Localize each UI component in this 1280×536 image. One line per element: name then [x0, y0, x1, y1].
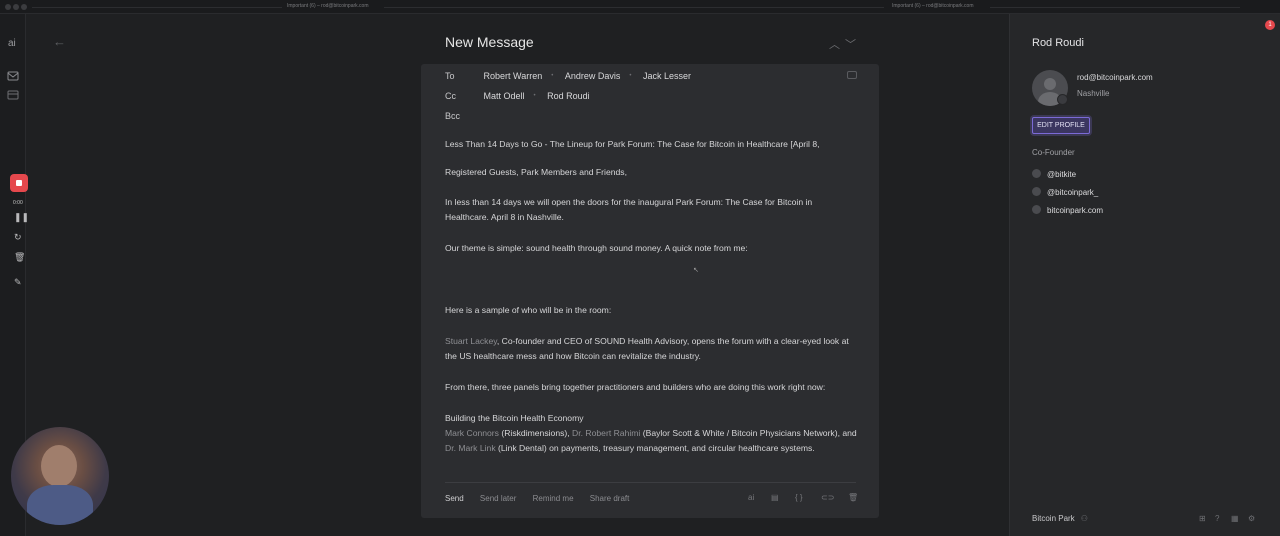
calendar-icon[interactable] — [7, 90, 19, 100]
window-title-left: Important (6) – rod@bitcoinpark.com — [287, 3, 369, 9]
compose-divider — [445, 482, 856, 483]
recipient-chip[interactable]: Andrew Davis — [565, 71, 621, 81]
compose-title: New Message — [445, 34, 534, 50]
send-button[interactable]: Send — [445, 494, 464, 503]
greeting[interactable]: Registered Guests, Park Members and Frie… — [445, 165, 857, 180]
gift-icon[interactable]: ⊞ — [1199, 514, 1206, 523]
remind-me-button[interactable]: Remind me — [533, 494, 574, 503]
titlebar-divider — [990, 7, 1240, 8]
speaker-link[interactable]: Stuart Lackey — [445, 336, 497, 346]
social-link-x[interactable]: @bitcoinpark_ — [1032, 187, 1098, 197]
to-field[interactable]: To Robert Warren • Andrew Davis • Jack Les… — [445, 71, 691, 81]
contact-sidebar: Rod Roudi rod@bitcoinpark.com Nashville … — [1009, 14, 1280, 536]
calendar-icon[interactable]: ▦ — [1231, 514, 1239, 523]
cc-label: Cc — [445, 91, 456, 101]
contact-name: Rod Roudi — [1032, 37, 1084, 49]
restart-icon[interactable]: ↻ — [14, 232, 22, 243]
body-paragraph[interactable]: From there, three panels bring together … — [445, 380, 857, 395]
titlebar-divider — [384, 7, 884, 8]
website-link: bitcoinpark.com — [1047, 206, 1104, 215]
webcam-overlay[interactable] — [11, 427, 109, 525]
compose-panel: To Robert Warren • Andrew Davis • Jack Les… — [421, 64, 879, 518]
bcc-label: Bcc — [445, 111, 461, 121]
body-paragraph[interactable]: In less than 14 days we will open the do… — [445, 195, 857, 226]
to-label: To — [445, 71, 455, 81]
recipient-chip[interactable]: Jack Lesser — [643, 71, 691, 81]
window-titlebar: Important (6) – rod@bitcoinpark.com Impo… — [0, 0, 1280, 14]
link-icon[interactable]: ⊂⊃ — [821, 493, 834, 502]
edit-profile-button[interactable]: EDIT PROFILE — [1032, 117, 1090, 134]
body-text: (Baylor Scott & White / Bitcoin Physicia… — [640, 428, 857, 438]
minimize-window-button[interactable] — [13, 4, 19, 10]
body-text: (Riskdimensions), — [498, 428, 573, 438]
template-icon[interactable]: ▤ — [771, 493, 779, 502]
panel-heading[interactable]: Building the Bitcoin Health Economy — [445, 411, 857, 426]
body-paragraph[interactable]: Here is a sample of who will be in the r… — [445, 303, 857, 318]
window-title-right: Important (6) – rod@bitcoinpark.com — [892, 3, 974, 9]
recorder-controls: 0:00 ❚❚ ↻ 🗑 ✎ — [6, 174, 32, 290]
back-arrow-icon[interactable]: ← — [53, 34, 66, 49]
contact-location: Nashville — [1077, 89, 1110, 98]
globe-icon — [1032, 205, 1041, 214]
trash-icon[interactable]: 🗑 — [14, 252, 25, 263]
snippet-icon[interactable]: { } — [795, 493, 803, 502]
separator-dot: • — [551, 73, 554, 79]
app-logo[interactable]: ai — [8, 38, 16, 49]
share-draft-button[interactable]: Share draft — [590, 494, 630, 503]
contact-company[interactable]: Bitcoin Park ⚇ — [1032, 514, 1088, 523]
help-icon[interactable]: ? — [1215, 514, 1219, 523]
bcc-field[interactable]: Bcc — [445, 111, 481, 121]
subject-line[interactable]: Less Than 14 Days to Go - The Lineup for… — [445, 137, 857, 152]
x-icon — [1032, 169, 1041, 178]
separator-dot: • — [533, 93, 536, 99]
contact-email[interactable]: rod@bitcoinpark.com — [1077, 73, 1153, 82]
body-paragraph[interactable]: Mark Connors (Riskdimensions), Dr. Rober… — [445, 426, 857, 457]
mail-icon[interactable] — [7, 71, 19, 81]
speaker-link[interactable]: Dr. Robert Rahimi — [572, 428, 640, 438]
close-window-button[interactable] — [5, 4, 11, 10]
social-link-website[interactable]: bitcoinpark.com — [1032, 205, 1103, 215]
avatar-badge-icon — [1057, 94, 1068, 105]
mouse-cursor-icon: ↖ — [693, 267, 699, 274]
recording-timer: 0:00 — [13, 200, 23, 206]
speaker-link[interactable]: Mark Connors — [445, 428, 499, 438]
delete-draft-icon[interactable]: 🗑 — [848, 493, 858, 502]
body-text: , Co-founder and CEO of SOUND Health Adv… — [445, 336, 849, 362]
recipient-chip[interactable]: Robert Warren — [484, 71, 543, 81]
chevron-up-icon[interactable]: ︿ — [829, 36, 840, 52]
social-handle: @bitcoinpark_ — [1047, 188, 1099, 197]
recipient-chip[interactable]: Matt Odell — [484, 91, 525, 101]
cc-field[interactable]: Cc Matt Odell • Rod Roudi — [445, 91, 590, 101]
company-name: Bitcoin Park — [1032, 514, 1075, 523]
body-paragraph[interactable]: Our theme is simple: sound health throug… — [445, 241, 857, 256]
settings-gear-icon[interactable]: ⚙ — [1248, 514, 1255, 523]
notification-badge[interactable]: 1 — [1265, 20, 1275, 30]
speaker-link[interactable]: Dr. Mark Link — [445, 443, 496, 453]
copy-icon[interactable] — [847, 71, 857, 79]
body-text: (Link Dental) on payments, treasury mana… — [495, 443, 815, 454]
compose-actions: Send Send later Remind me Share draft — [445, 494, 643, 503]
ai-button[interactable]: ai — [748, 493, 754, 502]
send-later-button[interactable]: Send later — [480, 494, 516, 503]
titlebar-divider — [32, 7, 282, 8]
add-person-icon[interactable]: ⚇ — [1081, 514, 1088, 523]
pause-icon[interactable]: ❚❚ — [14, 212, 29, 223]
social-handle: @bitkite — [1047, 170, 1077, 179]
zoom-window-button[interactable] — [21, 4, 27, 10]
x-icon — [1032, 187, 1041, 196]
social-link-x[interactable]: @bitkite — [1032, 169, 1076, 179]
contact-role: Co-Founder — [1032, 148, 1075, 157]
chevron-down-icon[interactable]: ﹀ — [845, 36, 856, 52]
stop-recording-button[interactable] — [10, 174, 28, 192]
body-paragraph[interactable]: Stuart Lackey, Co-founder and CEO of SOU… — [445, 334, 857, 365]
pen-icon[interactable]: ✎ — [14, 277, 22, 288]
recipient-chip[interactable]: Rod Roudi — [547, 91, 590, 101]
separator-dot: • — [629, 73, 632, 79]
